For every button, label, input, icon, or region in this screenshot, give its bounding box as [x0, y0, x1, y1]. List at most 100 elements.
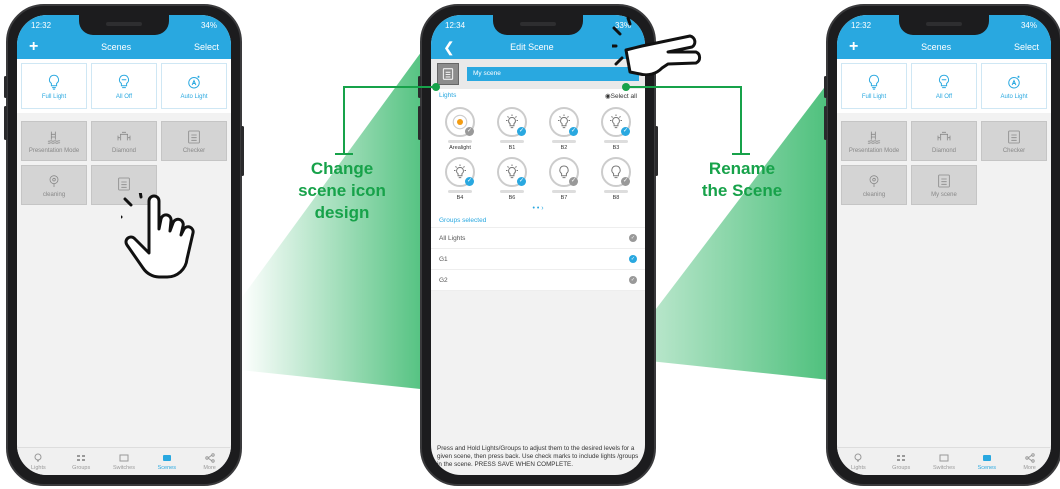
scene-tile-my-scene[interactable]: My scene	[911, 165, 977, 205]
battery-level: 34%	[1020, 20, 1037, 30]
nav-lights[interactable]: Lights	[837, 448, 880, 475]
brightness-slider[interactable]	[448, 190, 472, 193]
light-item[interactable]: ✓ Arealight	[435, 107, 485, 151]
brightness-slider[interactable]	[552, 190, 576, 193]
check-icon[interactable]: ✓	[569, 127, 578, 136]
scene-tile[interactable]: Presentation Mode	[21, 121, 87, 161]
nav-switches[interactable]: Switches	[103, 448, 146, 475]
light-item[interactable]: ✓ B3	[591, 107, 641, 151]
select-button[interactable]: Select	[1014, 42, 1039, 52]
nav-more[interactable]: More	[1008, 448, 1051, 475]
annotation-change-icon: Change scene icon design	[298, 159, 386, 223]
list-icon	[1008, 130, 1020, 143]
scene-tile[interactable]: Checker	[161, 121, 227, 161]
brightness-slider[interactable]	[552, 140, 576, 143]
app-header: + Scenes Select	[837, 35, 1051, 59]
battery-level: 34%	[200, 20, 217, 30]
scene-tile[interactable]: Diamond	[91, 121, 157, 161]
check-icon[interactable]: ✓	[465, 177, 474, 186]
light-item[interactable]: ✓ B6	[487, 157, 537, 201]
light-name: B8	[612, 195, 620, 201]
screen: 12:32 34% + Scenes Select Full Light All…	[837, 15, 1051, 475]
auto-light-icon	[1008, 75, 1020, 88]
scene-all-off[interactable]: All Off	[911, 63, 977, 109]
bulb-toggle[interactable]: ✓	[601, 157, 631, 187]
check-icon[interactable]: ✓	[629, 276, 637, 284]
light-item[interactable]: ✓ B4	[435, 157, 485, 201]
check-icon[interactable]: ✓	[621, 177, 630, 186]
brightness-slider[interactable]	[500, 140, 524, 143]
nav-scenes[interactable]: Scenes	[145, 448, 188, 475]
light-name: B1	[508, 145, 516, 151]
bulb-toggle[interactable]: ✓	[497, 107, 527, 137]
group-row[interactable]: G2 ✓	[431, 270, 645, 291]
scene-all-off[interactable]: All Off	[91, 63, 157, 109]
nav-lights[interactable]: Lights	[17, 448, 60, 475]
chevron-left-icon[interactable]: ❮	[443, 39, 455, 56]
bulb-toggle[interactable]: ✓	[549, 157, 579, 187]
plus-icon[interactable]: +	[849, 39, 858, 55]
pool-icon	[867, 131, 881, 144]
brightness-slider[interactable]	[448, 140, 472, 143]
select-all-toggle[interactable]: ◉Select all	[605, 92, 637, 100]
annotation-rename: Rename the Scene	[701, 159, 783, 201]
brightness-slider[interactable]	[604, 190, 628, 193]
scene-full-light[interactable]: Full Light	[21, 63, 87, 109]
check-icon[interactable]: ✓	[569, 177, 578, 186]
scene-auto-light[interactable]: Auto Light	[161, 63, 227, 109]
bulb-toggle[interactable]: ✓	[445, 107, 475, 137]
scene-auto-light[interactable]: Auto Light	[981, 63, 1047, 109]
list-icon	[938, 174, 950, 187]
tutorial-canvas: 12:32 34% + Scenes Select Full Light All…	[0, 0, 1060, 489]
share-icon	[204, 452, 215, 463]
light-item[interactable]: ✓ B2	[539, 107, 589, 151]
switch-icon	[939, 454, 949, 461]
scene-tile[interactable]: cleaning	[21, 165, 87, 205]
auto-light-icon	[188, 75, 200, 88]
pager[interactable]: • • ›	[431, 203, 645, 214]
check-icon[interactable]: ✓	[465, 127, 474, 136]
pool-icon	[47, 131, 61, 144]
groups-list: All Lights ✓ G1 ✓ G2 ✓	[431, 228, 645, 291]
brightness-slider[interactable]	[604, 140, 628, 143]
nav-scenes[interactable]: Scenes	[965, 448, 1008, 475]
group-row[interactable]: G1 ✓	[431, 249, 645, 270]
check-icon[interactable]: ✓	[517, 177, 526, 186]
brightness-slider[interactable]	[500, 190, 524, 193]
light-name: B4	[456, 195, 464, 201]
light-item[interactable]: ✓ B8	[591, 157, 641, 201]
group-row[interactable]: All Lights ✓	[431, 228, 645, 249]
preset-scenes: Full Light All Off Auto Light	[17, 59, 231, 113]
light-name: B6	[508, 195, 516, 201]
bulb-toggle[interactable]: ✓	[549, 107, 579, 137]
light-item[interactable]: ✓ B1	[487, 107, 537, 151]
bulb-toggle[interactable]: ✓	[601, 107, 631, 137]
scene-icon-picker[interactable]	[437, 63, 459, 85]
scene-tile[interactable]: Checker	[981, 121, 1047, 161]
check-icon[interactable]: ✓	[621, 127, 630, 136]
scene-tile[interactable]: cleaning	[841, 165, 907, 205]
switch-icon	[119, 454, 129, 461]
nav-more[interactable]: More	[188, 448, 231, 475]
scene-tile[interactable]: Presentation Mode	[841, 121, 907, 161]
list-icon	[442, 68, 454, 80]
scene-full-light[interactable]: Full Light	[841, 63, 907, 109]
plus-icon[interactable]: +	[29, 39, 38, 55]
bulb-toggle[interactable]: ✓	[497, 157, 527, 187]
preset-scenes: Full Light All Off Auto Light	[837, 59, 1051, 113]
bulb-toggle[interactable]: ✓	[445, 157, 475, 187]
light-item[interactable]: ✓ B7	[539, 157, 589, 201]
nav-groups[interactable]: Groups	[60, 448, 103, 475]
select-button[interactable]: Select	[194, 42, 219, 52]
nav-groups[interactable]: Groups	[880, 448, 923, 475]
lights-label: Lights	[439, 92, 457, 99]
bottom-nav: Lights Groups Switches Scenes More	[837, 447, 1051, 475]
scene-tile[interactable]: Diamond	[911, 121, 977, 161]
nav-switches[interactable]: Switches	[923, 448, 966, 475]
check-icon[interactable]: ✓	[517, 127, 526, 136]
group-name: All Lights	[439, 234, 466, 242]
check-icon[interactable]: ✓	[629, 234, 637, 242]
dining-icon	[937, 131, 951, 140]
tap-hand-icon	[612, 16, 702, 76]
check-icon[interactable]: ✓	[629, 255, 637, 263]
